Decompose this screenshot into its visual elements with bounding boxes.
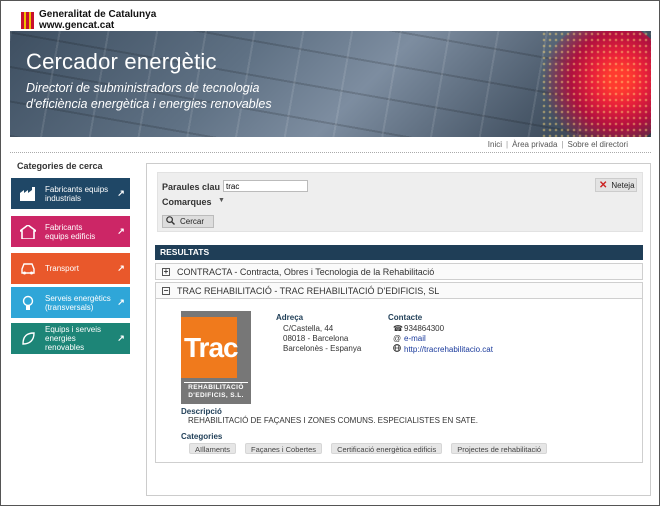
results-header: RESULTATS [155, 245, 643, 260]
top-links: Inici | Àrea privada | Sobre el directori [487, 140, 628, 149]
arrow-icon: ↗ [117, 226, 125, 236]
description-text: REHABILITACIÓ DE FAÇANES I ZONES COMUNS.… [188, 416, 478, 425]
address-label: Adreça [276, 313, 304, 322]
sidebar-title: Categories de cerca [17, 161, 103, 171]
result-item-trac[interactable]: − TRAC REHABILITACIÓ - TRAC REHABILITACI… [155, 282, 643, 299]
gencat-logo-icon [21, 11, 34, 29]
categories-block: Categories Aïllaments Façanes i Cobertes… [181, 432, 548, 454]
reset-button[interactable]: ✕ Neteja [595, 178, 637, 192]
caret-down-icon[interactable]: ▼ [218, 197, 225, 204]
factory-icon [19, 186, 37, 202]
description-label: Descripció [181, 407, 222, 416]
website-link[interactable]: http://tracrehabilitacio.cat [404, 345, 493, 355]
contact-block: Contacte ☎ 934864300 @ e-mail http://tracr… [388, 313, 493, 355]
address-block: Adreça C/Castella, 44 08018 - Barcelona … [276, 313, 361, 354]
arrow-icon: ↗ [117, 188, 125, 198]
sidebar-item-serveis-energetics[interactable]: Serveis energètics (transversals) ↗ [11, 287, 130, 318]
leaf-icon [19, 331, 37, 347]
house-icon [19, 224, 37, 240]
expand-icon[interactable]: + [162, 267, 170, 276]
result-detail: Trac REHABILITACIÓ D'EDIFICIS, S.L. Adreç… [155, 298, 643, 463]
globe-icon [393, 344, 404, 355]
car-icon [19, 261, 37, 277]
category-tag[interactable]: Certificació energètica edificis [331, 443, 443, 454]
phone-icon: ☎ [393, 324, 403, 333]
divider [10, 152, 651, 153]
categories-label: Categories [181, 432, 223, 441]
gencat-brand[interactable]: Generalitat de Catalunya www.gencat.cat [21, 9, 156, 31]
search-icon [166, 216, 175, 227]
arrow-icon: ↗ [117, 263, 125, 273]
address-line: C/Castella, 44 [283, 324, 334, 333]
arrow-icon: ↗ [117, 333, 125, 343]
email-icon: @ [393, 334, 402, 343]
hero-banner: Cercador energètic Directori de subminis… [10, 31, 651, 137]
address-line: 08018 - Barcelona [283, 334, 349, 343]
link-sobre-directori[interactable]: Sobre el directori [568, 140, 628, 149]
address-line: Barcelonès - Espanya [283, 344, 362, 353]
company-logo: Trac REHABILITACIÓ D'EDIFICIS, S.L. [181, 311, 251, 404]
page-frame: Generalitat de Catalunya www.gencat.cat … [0, 0, 660, 506]
category-tag[interactable]: Projectes de rehabilitació [451, 443, 548, 454]
arrow-icon: ↗ [117, 297, 125, 307]
banner-title: Cercador energètic [26, 49, 217, 74]
keywords-label: Paraules clau [162, 182, 221, 192]
link-area-privada[interactable]: Àrea privada [512, 140, 557, 149]
email-link[interactable]: e-mail [404, 334, 426, 344]
regions-label[interactable]: Comarques [162, 197, 212, 207]
search-button[interactable]: Cercar [162, 215, 214, 228]
keywords-input[interactable] [223, 180, 308, 192]
result-item-contracta[interactable]: + CONTRACTA - Contracta, Obres i Tecnolo… [155, 263, 643, 280]
link-inici[interactable]: Inici [488, 140, 502, 149]
sidebar-item-transport[interactable]: Transport ↗ [11, 253, 130, 284]
category-tag[interactable]: Façanes i Cobertes [245, 443, 323, 454]
main-panel: Paraules clau Comarques ▼ Cercar ✕ Netej… [146, 163, 651, 496]
org-name: Generalitat de Catalunya [39, 9, 157, 20]
banner-subtitle: Directori de subministradors de tecnolog… [26, 81, 272, 111]
description-block: Descripció REHABILITACIÓ DE FAÇANES I ZO… [181, 407, 478, 425]
phone-number: 934864300 [404, 324, 445, 333]
search-form: Paraules clau Comarques ▼ Cercar ✕ Netej… [157, 172, 643, 232]
sidebar-item-fabricants-edificis[interactable]: Fabricants equips edificis ↗ [11, 216, 130, 247]
bulb-icon [19, 295, 37, 311]
collapse-icon[interactable]: − [162, 286, 170, 295]
sidebar-item-energies-renovables[interactable]: Equips i serveis energies renovables ↗ [11, 323, 130, 354]
close-icon: ✕ [599, 179, 608, 191]
contact-label: Contacte [388, 313, 423, 322]
sidebar-item-fabricants-industrials[interactable]: Fabricants equips industrials ↗ [11, 178, 130, 209]
category-tag[interactable]: Aïllaments [189, 443, 237, 454]
org-url: www.gencat.cat [39, 20, 115, 31]
